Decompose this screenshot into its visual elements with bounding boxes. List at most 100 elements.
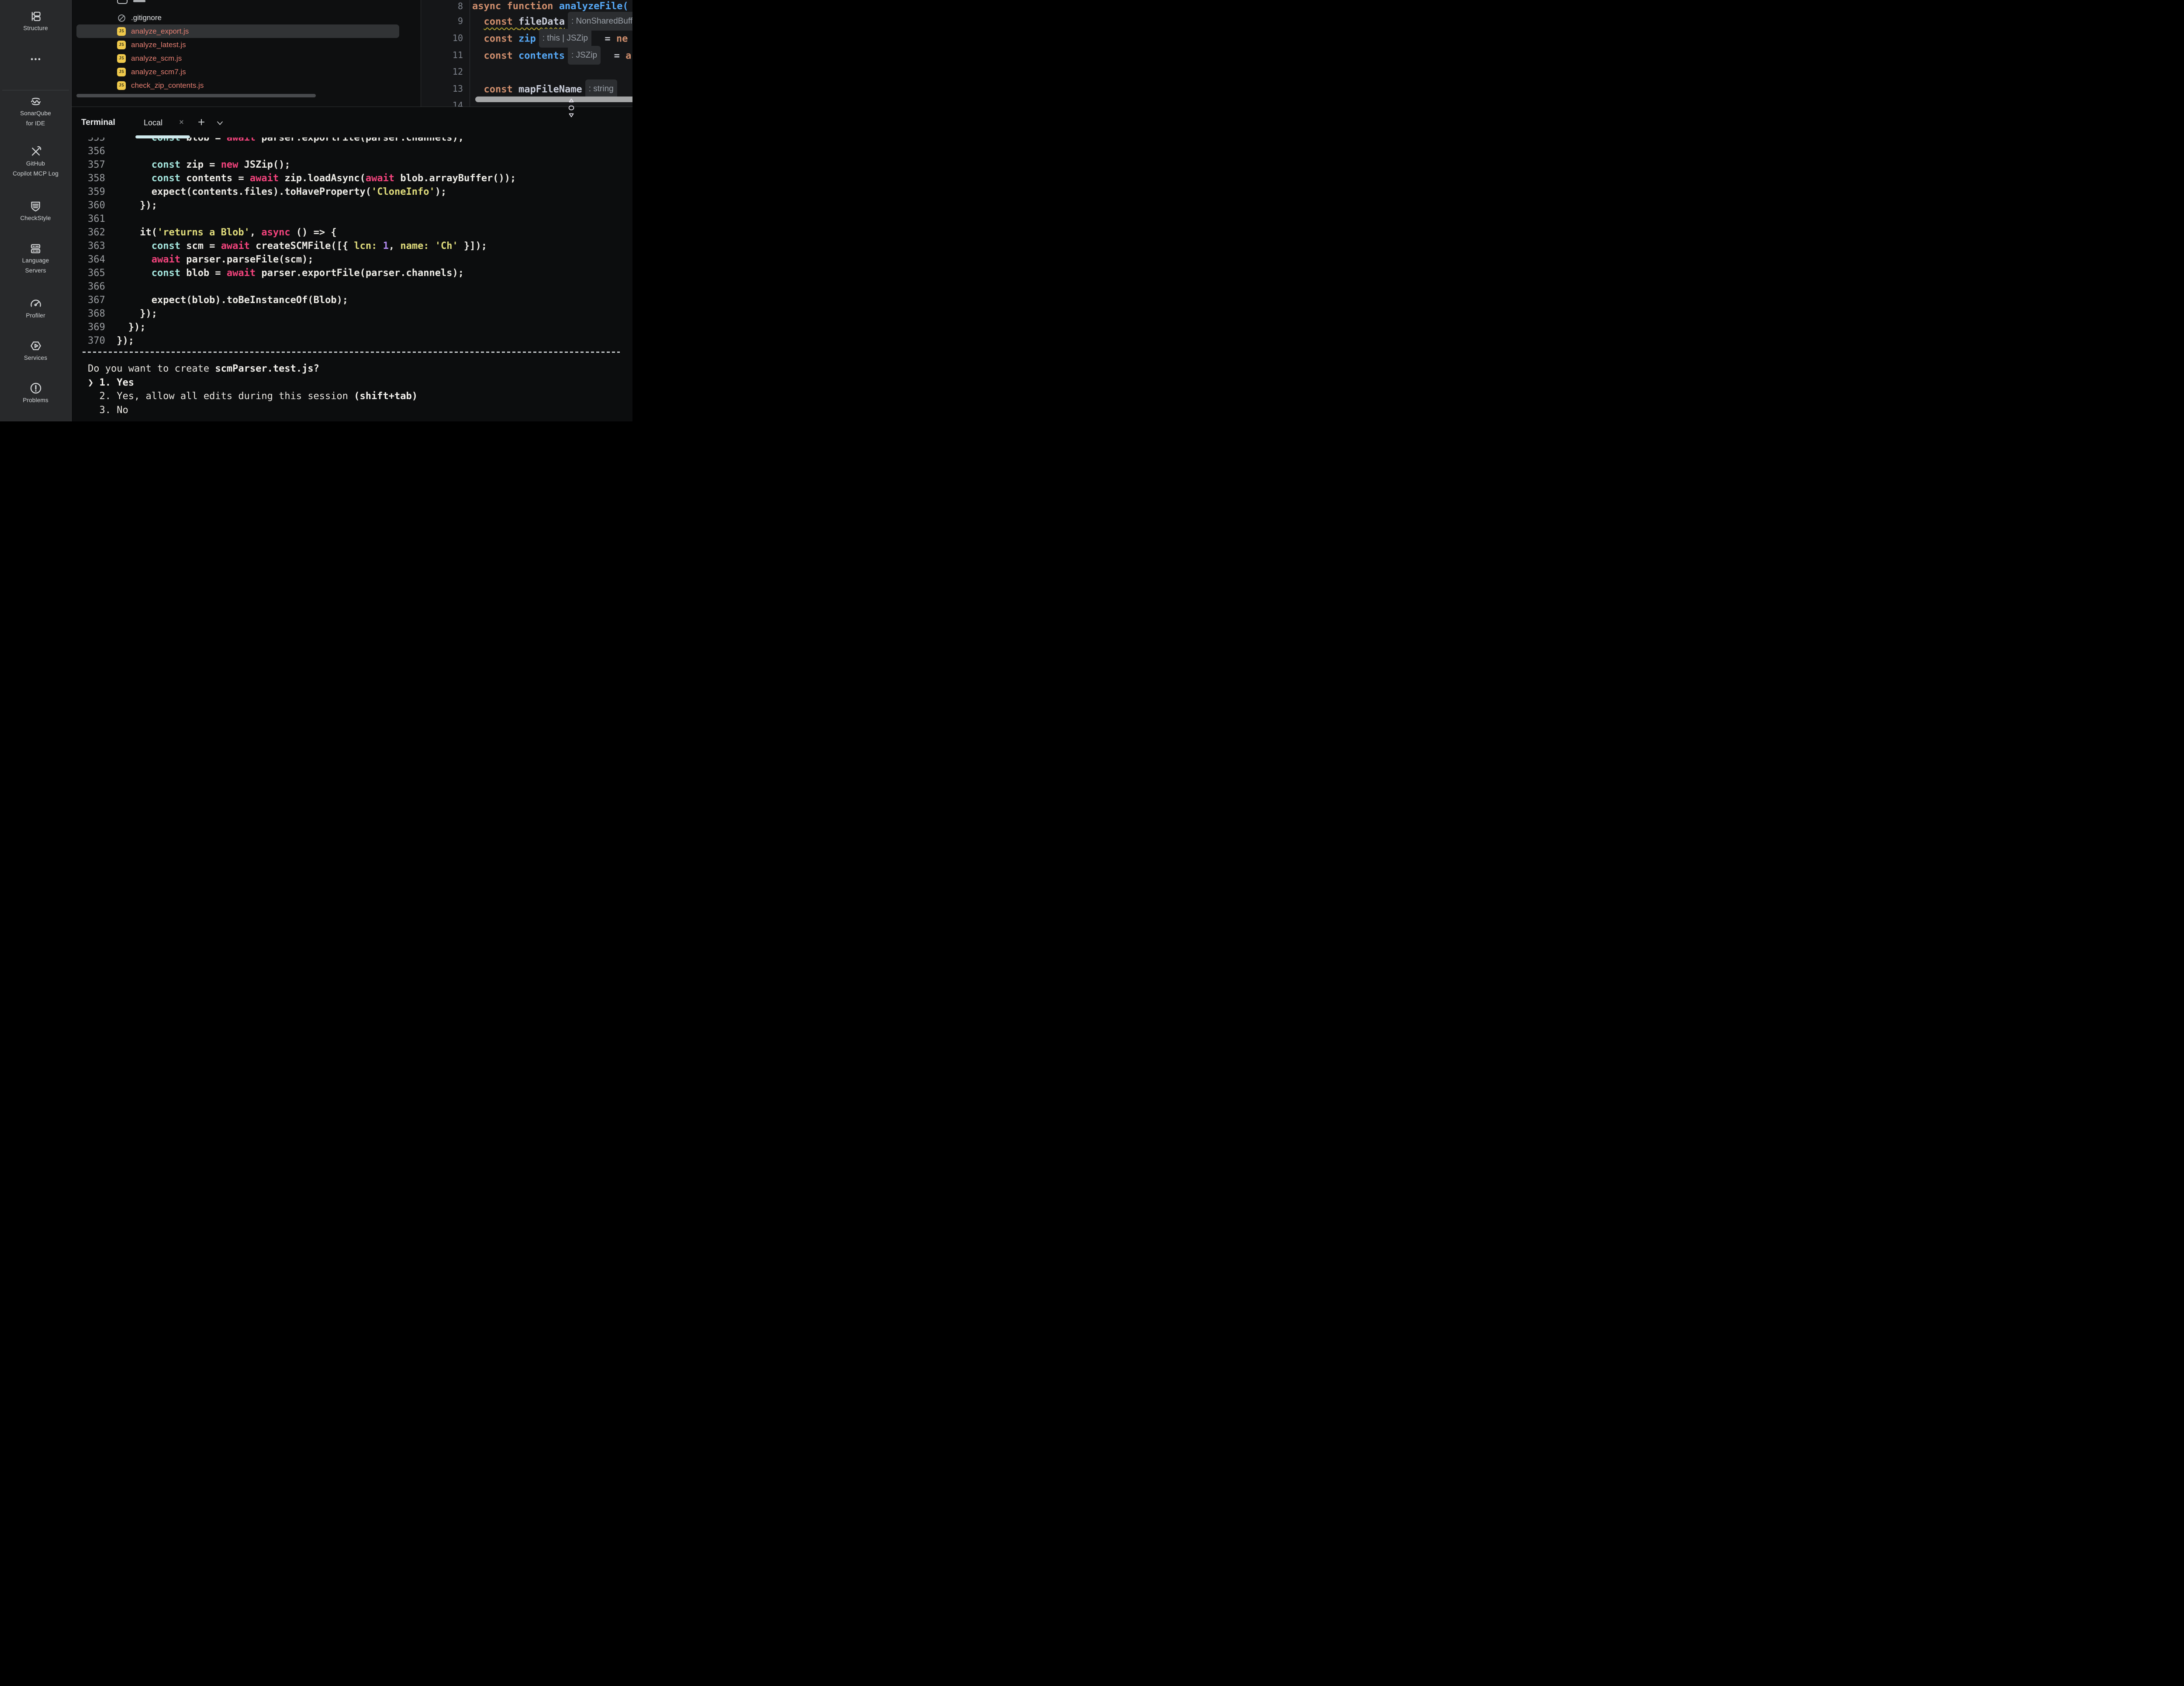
token: async function xyxy=(472,1,559,12)
token: 1 xyxy=(383,241,389,252)
inlay-hint: : this | JSZip xyxy=(539,29,591,48)
sidebar-item-more[interactable] xyxy=(0,52,71,66)
js-file-icon: JS xyxy=(117,27,126,36)
token: contents = xyxy=(186,173,250,184)
tree-item-check-zip-contents-js[interactable]: JScheck_zip_contents.js xyxy=(76,79,399,92)
prompt-option-2[interactable]: 2. Yes, allow all edits during this sess… xyxy=(88,390,418,403)
token: const xyxy=(484,84,518,95)
tree-item--gitignore[interactable]: .gitignore xyxy=(76,11,399,24)
terminal-line-number: 364 xyxy=(88,254,117,265)
sidebar-item-structure[interactable]: Structure xyxy=(0,10,71,33)
token: () => { xyxy=(290,227,337,238)
tab-local-label: Local xyxy=(144,107,162,138)
terminal-line-number: 361 xyxy=(88,214,117,224)
terminal-line-number: 357 xyxy=(88,159,117,170)
tab-local[interactable]: Local × xyxy=(135,107,190,138)
sidebar-item-label: Language xyxy=(0,255,71,265)
js-file-icon: JS xyxy=(117,68,126,76)
editor-horizontal-scrollbar[interactable] xyxy=(475,97,632,102)
editor-line: 13 const mapFileName: string xyxy=(421,80,632,97)
terminal-code-line: 357 const zip = new JSZip(); xyxy=(88,158,632,172)
token: mapFileName xyxy=(518,84,582,95)
token: const xyxy=(152,268,186,279)
terminal-code-line: 370 }); xyxy=(88,334,632,348)
token: zip = xyxy=(186,159,221,170)
token: parser.parseFile(scm); xyxy=(186,254,313,265)
token xyxy=(429,241,435,252)
token: createSCMFile([{ xyxy=(256,241,354,252)
token: await xyxy=(366,173,400,184)
token: zip xyxy=(518,34,536,45)
token: 'CloneInfo' xyxy=(371,186,435,197)
token: await xyxy=(221,241,256,252)
token: const xyxy=(484,17,518,28)
file-name: analyze_latest.js xyxy=(131,41,186,49)
active-tab-underline xyxy=(135,135,190,138)
token: }); xyxy=(140,308,157,319)
terminal-code-line: 365 const blob = await parser.exportFile… xyxy=(88,266,632,280)
terminal-panel-title[interactable]: Terminal xyxy=(81,107,115,138)
file-name: analyze_scm7.js xyxy=(131,68,186,76)
sidebar-item-language-servers[interactable]: LanguageServers xyxy=(0,242,71,276)
editor-line: 9 const fileData: NonSharedBuff xyxy=(421,13,632,30)
terminal-line-number: 366 xyxy=(88,281,117,292)
token: lcn: xyxy=(354,241,377,252)
terminal-line-number: 358 xyxy=(88,173,117,184)
inlay-hint: : string xyxy=(585,79,617,98)
sidebar-item-github-copilot-mcp-log[interactable]: GitHubCopilot MCP Log xyxy=(0,145,71,179)
token: , xyxy=(389,241,401,252)
token: }]); xyxy=(458,241,487,252)
prompt-text: Do you want to create xyxy=(88,363,215,374)
server-stack-icon xyxy=(0,242,71,255)
tree-item-analyze-scm7-js[interactable]: JS analyze_scm7.js xyxy=(76,65,399,79)
sidebar-item-services[interactable]: Services xyxy=(0,339,71,363)
sidebar-item-sonarqube[interactable]: SonarQubefor IDE xyxy=(0,94,71,128)
new-terminal-button[interactable]: + xyxy=(195,107,208,138)
terminal-line-number: 359 xyxy=(88,186,117,197)
terminal-line-number: 370 xyxy=(88,335,117,346)
prompt-separator xyxy=(83,352,620,353)
prompt-option-3[interactable]: 3. No xyxy=(88,403,418,417)
pane-resize-handle-icon[interactable] xyxy=(568,98,575,120)
token: ne xyxy=(616,34,628,45)
terminal-code-line: 364 await parser.parseFile(scm); xyxy=(88,253,632,266)
terminal-code-line: 362 it('returns a Blob', async () => { xyxy=(88,226,632,239)
hexagon-play-icon xyxy=(0,339,71,353)
tree-item-analyze-latest-js[interactable]: JSanalyze_latest.js xyxy=(76,38,399,52)
line-number: 14 xyxy=(421,97,463,107)
sidebar-item-problems[interactable]: Problems xyxy=(0,381,71,405)
close-tab-icon[interactable]: × xyxy=(179,107,184,138)
token: expect(blob).toBeInstanceOf(Blob); xyxy=(152,295,348,306)
sidebar-item-checkstyle[interactable]: CheckStyle xyxy=(0,200,71,223)
chevron-down-icon[interactable] xyxy=(216,120,224,129)
token: it( xyxy=(140,227,157,238)
terminal-code-line: 368 }); xyxy=(88,307,632,321)
line-number: 12 xyxy=(421,63,463,80)
tree-horizontal-scrollbar[interactable] xyxy=(76,94,316,97)
sidebar-item-profiler[interactable]: Profiler xyxy=(0,297,71,321)
sidebar-item-label: SonarQube xyxy=(0,108,71,118)
inlay-hint: : NonSharedBuff xyxy=(568,12,632,31)
token: new xyxy=(221,159,244,170)
terminal-code-line: 359 expect(contents.files).toHavePropert… xyxy=(88,185,632,199)
tree-item-analyze-export-js[interactable]: JSanalyze_export.js xyxy=(76,24,399,38)
editor-line: 10 const zip: this | JSZip = ne xyxy=(421,30,632,47)
token xyxy=(377,241,383,252)
sidebar-item-label: Profiler xyxy=(0,310,71,321)
token: }); xyxy=(140,200,157,211)
terminal-tab-bar: Terminal Local × + xyxy=(72,107,632,138)
ide-screen: Structure SonarQubefor IDE GitHubCopilot M… xyxy=(0,0,632,421)
terminal-line-number: 369 xyxy=(88,322,117,333)
agent-prompt: Do you want to create scmParser.test.js?… xyxy=(88,362,418,417)
clipped-file-label xyxy=(133,0,145,2)
sidebar-item-label: Problems xyxy=(0,395,71,405)
token: a xyxy=(625,51,631,62)
clipped-file-icon xyxy=(117,0,128,4)
tree-item-analyze-scm-js[interactable]: JSanalyze_scm.js xyxy=(76,52,399,65)
prompt-option-1[interactable]: ❯ 1. Yes xyxy=(88,376,418,390)
code-editor: 8async function analyzeFile(9 const file… xyxy=(421,0,632,107)
terminal-line-number: 367 xyxy=(88,295,117,306)
prompt-text-bold: scmParser.test.js? xyxy=(215,363,319,374)
token: async xyxy=(261,227,290,238)
sidebar-item-label: Structure xyxy=(0,23,71,33)
